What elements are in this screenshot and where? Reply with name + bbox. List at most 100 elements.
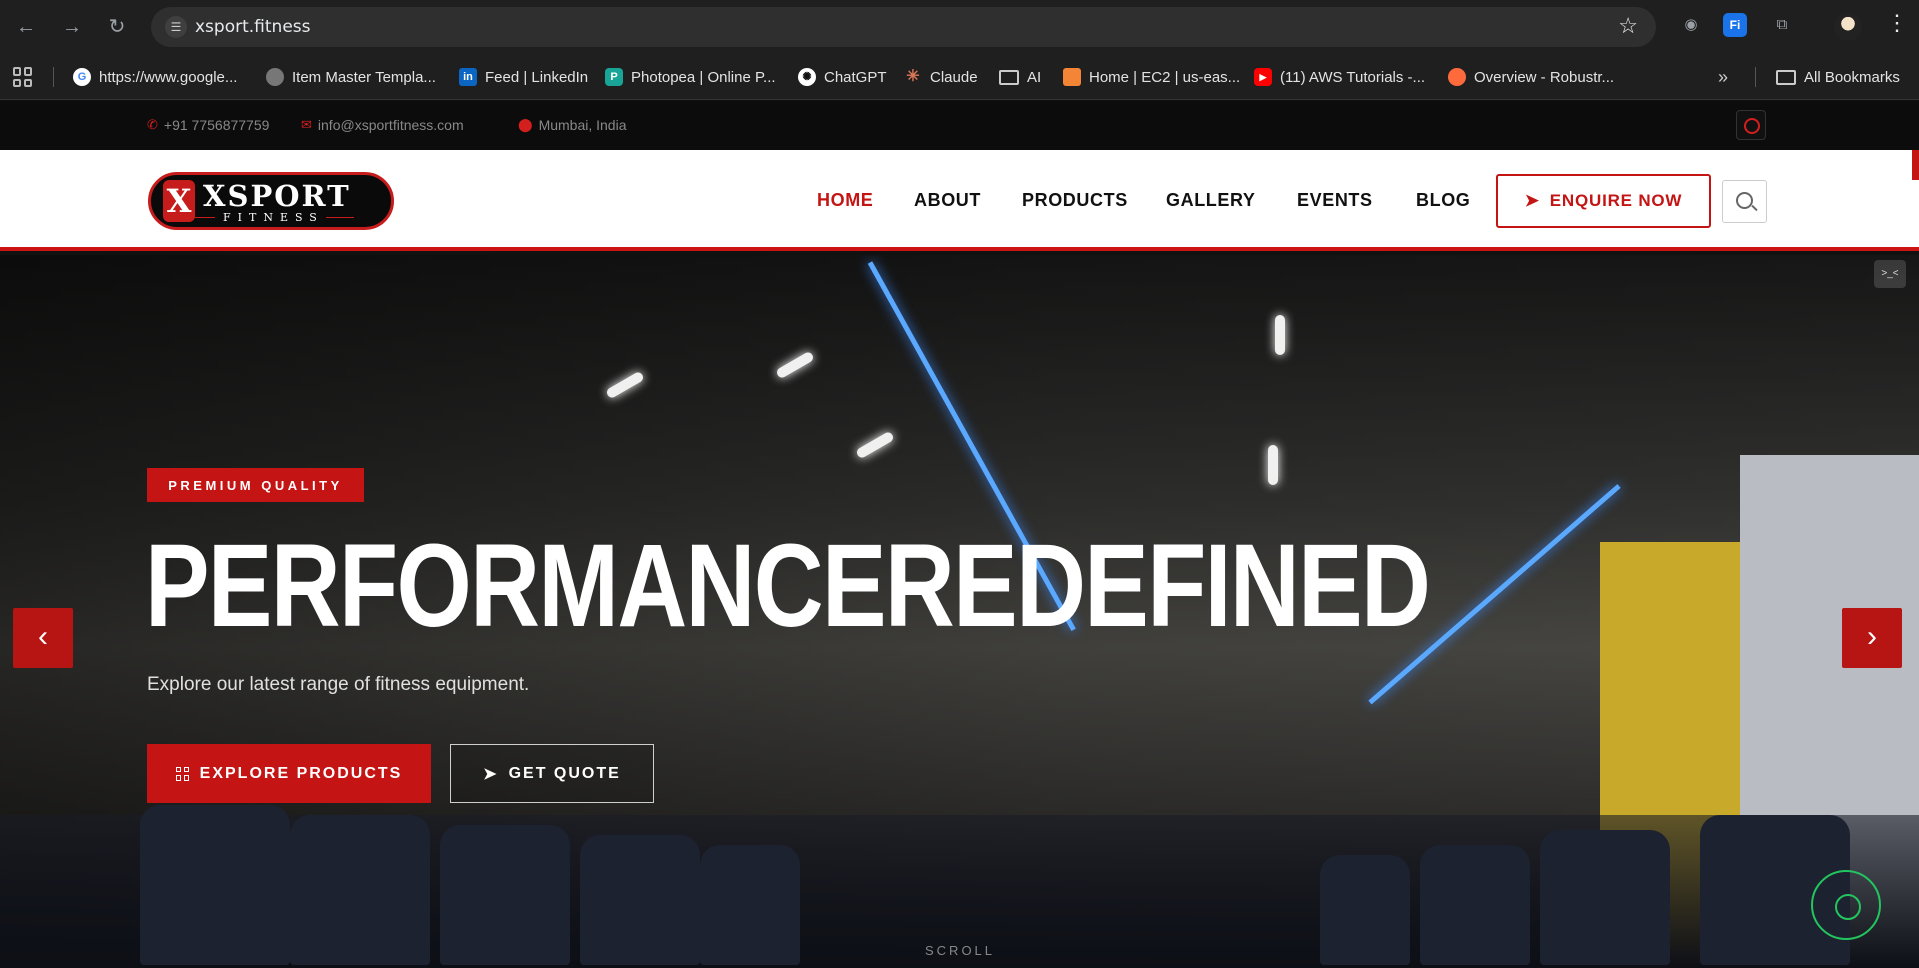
google-icon: G bbox=[73, 68, 91, 86]
bookmark-label: ChatGPT bbox=[824, 68, 887, 86]
chevron-left-icon: ‹ bbox=[38, 620, 48, 653]
all-bookmarks[interactable]: All Bookmarks bbox=[1776, 64, 1900, 90]
bookmarks-divider bbox=[1755, 67, 1756, 87]
xsport-logo[interactable]: X XSPORT FITNESS bbox=[148, 172, 394, 230]
phone-icon: ✆ bbox=[147, 117, 158, 132]
bookmarks-bar: Ghttps://www.google... Item Master Templ… bbox=[0, 54, 1919, 100]
logo-subtitle: FITNESS bbox=[187, 211, 354, 224]
location-contact: ⬤ Mumbai, India bbox=[518, 117, 627, 133]
ceiling-lamp bbox=[1268, 445, 1278, 485]
email-contact[interactable]: ✉ info@xsportfitness.com bbox=[301, 117, 464, 133]
claude-icon: ✳ bbox=[906, 68, 920, 85]
bookmark-google[interactable]: Ghttps://www.google... bbox=[73, 64, 237, 90]
more-bookmarks-icon[interactable]: » bbox=[1718, 64, 1728, 90]
mail-icon: ✉ bbox=[301, 117, 312, 132]
address-bar[interactable]: ☰ xsport.fitness ☆ bbox=[151, 7, 1656, 47]
bookmarks-divider bbox=[53, 67, 54, 87]
floating-whatsapp-icon[interactable] bbox=[1811, 870, 1881, 940]
grid-icon bbox=[175, 766, 190, 781]
bookmark-label: Photopea | Online P... bbox=[631, 68, 776, 86]
browser-toolbar: ← → ↻ ☰ xsport.fitness ☆ ◉ Fi ⧉ ⋮ bbox=[0, 0, 1919, 54]
bookmark-label: Overview - Robustr... bbox=[1474, 68, 1615, 86]
bookmark-folder-ai[interactable]: AI bbox=[999, 64, 1041, 90]
slider-prev-button[interactable]: ‹ bbox=[13, 608, 73, 668]
ceiling-lamp bbox=[605, 370, 645, 400]
treadmill bbox=[700, 845, 800, 965]
nav-home[interactable]: HOME bbox=[817, 190, 873, 211]
nav-about[interactable]: ABOUT bbox=[914, 190, 981, 211]
bookmark-ec2[interactable]: Home | EC2 | us-eas... bbox=[1063, 64, 1240, 90]
search-icon[interactable] bbox=[1722, 180, 1767, 223]
folder-icon bbox=[999, 69, 1019, 85]
treadmill bbox=[440, 825, 570, 965]
back-icon[interactable]: ← bbox=[10, 11, 42, 43]
explore-products-button[interactable]: EXPLORE PRODUCTS bbox=[147, 744, 431, 803]
url-text[interactable]: xsport.fitness bbox=[195, 17, 311, 37]
send-icon: ➤ bbox=[1524, 191, 1540, 210]
treadmill bbox=[1540, 830, 1670, 965]
bookmark-item-master[interactable]: Item Master Templa... bbox=[266, 64, 436, 90]
youtube-icon: ▶ bbox=[1254, 68, 1272, 86]
apps-grid-icon[interactable] bbox=[13, 67, 33, 87]
get-quote-button[interactable]: ➤ GET QUOTE bbox=[450, 744, 654, 803]
chevron-right-icon: › bbox=[1867, 620, 1877, 653]
treadmill bbox=[580, 835, 700, 965]
bookmark-label: Claude bbox=[930, 68, 978, 86]
nav-events[interactable]: EVENTS bbox=[1297, 190, 1373, 211]
bookmark-photopea[interactable]: P Photopea | Online P... bbox=[605, 64, 776, 90]
bookmark-star-icon[interactable]: ☆ bbox=[1618, 13, 1638, 39]
explore-label: EXPLORE PRODUCTS bbox=[199, 764, 403, 782]
profile-avatar[interactable] bbox=[1834, 13, 1862, 41]
bookmark-label: Home | EC2 | us-eas... bbox=[1089, 68, 1241, 86]
bookmark-robustr[interactable]: Overview - Robustr... bbox=[1448, 64, 1614, 90]
quote-label: GET QUOTE bbox=[508, 764, 621, 782]
nav-gallery[interactable]: GALLERY bbox=[1166, 190, 1256, 211]
scroll-indicator[interactable]: SCROLL bbox=[925, 943, 995, 958]
nav-products[interactable]: PRODUCTS bbox=[1022, 190, 1128, 211]
camera-extension-icon[interactable]: ◉ bbox=[1679, 13, 1703, 37]
site-info-icon[interactable]: ☰ bbox=[165, 16, 187, 38]
all-bookmarks-label: All Bookmarks bbox=[1804, 68, 1900, 86]
bookmark-youtube[interactable]: ▶ (11) AWS Tutorials -... bbox=[1254, 64, 1425, 90]
enquire-label: ENQUIRE NOW bbox=[1549, 191, 1683, 210]
ceiling-lamp bbox=[775, 350, 815, 380]
bookmark-label: Item Master Templa... bbox=[292, 68, 436, 86]
bookmark-chatgpt[interactable]: ✺ ChatGPT bbox=[798, 64, 887, 90]
nav-blog[interactable]: BLOG bbox=[1416, 190, 1470, 211]
robustr-icon bbox=[1448, 68, 1466, 86]
bookmark-claude[interactable]: ✳ Claude bbox=[904, 64, 978, 90]
treadmill bbox=[140, 805, 290, 965]
reload-icon[interactable]: ↻ bbox=[101, 11, 133, 43]
extensions-puzzle-icon[interactable]: ⧉ bbox=[1770, 13, 1794, 37]
email-text: info@xsportfitness.com bbox=[317, 117, 464, 133]
bookmark-label: AI bbox=[1027, 68, 1042, 86]
bookmark-label: (11) AWS Tutorials -... bbox=[1280, 68, 1426, 86]
ceiling-lamp bbox=[855, 430, 895, 460]
browser-menu-icon[interactable]: ⋮ bbox=[1886, 10, 1908, 36]
ceiling-lamp bbox=[1275, 315, 1285, 355]
forward-icon[interactable]: → bbox=[56, 11, 88, 43]
treadmill bbox=[1320, 855, 1410, 965]
whatsapp-icon[interactable] bbox=[1736, 110, 1766, 140]
globe-icon bbox=[266, 68, 284, 86]
contact-topbar: ✆ +91 7756877759 ✉ info@xsportfitness.com … bbox=[0, 101, 1919, 150]
hero-headline: PERFORMANCEREDEFINED bbox=[145, 520, 1431, 652]
slider-next-button[interactable]: › bbox=[1842, 608, 1902, 668]
folder-icon bbox=[1776, 69, 1796, 85]
map-pin-icon: ⬤ bbox=[518, 117, 533, 132]
treadmill bbox=[290, 815, 430, 965]
expand-icon[interactable]: >_< bbox=[1874, 260, 1906, 288]
send-icon: ➤ bbox=[483, 765, 499, 783]
fi-extension-icon[interactable]: Fi bbox=[1723, 13, 1747, 37]
phone-text: +91 7756877759 bbox=[163, 117, 270, 133]
enquire-now-button[interactable]: ➤ ENQUIRE NOW bbox=[1496, 174, 1711, 228]
logo-mark: X bbox=[163, 180, 195, 222]
hero-subtext: Explore our latest range of fitness equi… bbox=[147, 674, 530, 695]
location-text: Mumbai, India bbox=[538, 117, 627, 133]
phone-contact[interactable]: ✆ +91 7756877759 bbox=[147, 117, 269, 133]
bookmark-label: https://www.google... bbox=[99, 68, 238, 86]
aws-ec2-icon bbox=[1063, 68, 1081, 86]
treadmill bbox=[1420, 845, 1530, 965]
bookmark-linkedin[interactable]: in Feed | LinkedIn bbox=[459, 64, 588, 90]
page-scrollbar[interactable] bbox=[1912, 150, 1919, 180]
